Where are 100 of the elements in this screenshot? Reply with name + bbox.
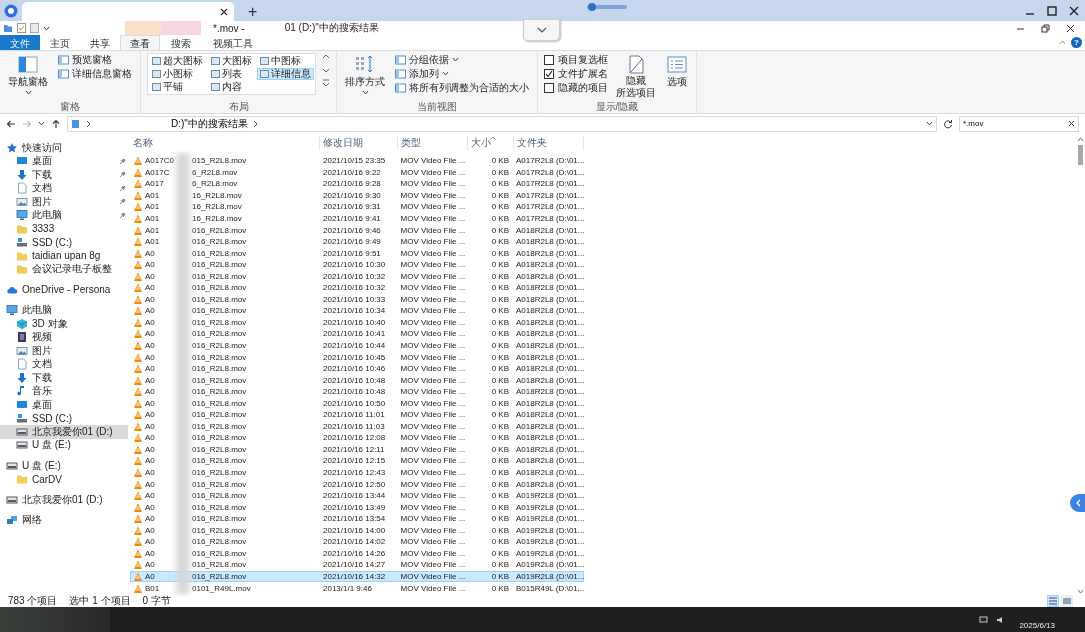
file-row[interactable]: A0 016_R2L8.mov 2021/10/16 13:54 MOV Video File ... 0 KB A019R2L8 (D:\01... [130, 512, 584, 525]
drag-handle-icon[interactable] [585, 2, 629, 12]
properties-icon[interactable] [17, 23, 26, 33]
nav-item[interactable]: 北京我爱你01 (D:) [0, 425, 128, 439]
file-row[interactable]: A01 16_R2L8.mov 2021/10/16 9:41 MOV Video File ... 0 KB A017R2L8 (D:\01... [130, 212, 584, 225]
file-row[interactable]: A01 016_R2L8.mov 2021/10/16 9:49 MOV Video File ... 0 KB A018R2L8 (D:\01... [130, 235, 584, 248]
file-row[interactable]: A0 016_R2L8.mov 2021/10/16 10:40 MOV Video File ... 0 KB A018R2L8 (D:\01... [130, 316, 584, 329]
ribbon-button[interactable]: 预览窗格 [56, 53, 134, 66]
restore-icon[interactable] [1041, 23, 1050, 33]
file-row[interactable]: B01 0101_R49L.mov 2013/1/1 9:46 MOV Video File ... 0 KB B015R49L (D:\01... [130, 582, 584, 594]
clear-icon[interactable] [1068, 120, 1075, 127]
nav-item[interactable]: 3333 [0, 222, 128, 236]
ribbon-tab[interactable]: 视频工具 [202, 35, 264, 50]
nav-item[interactable]: 音乐 [0, 384, 128, 398]
nav-item[interactable]: 图片 [0, 195, 128, 209]
file-row[interactable]: A0 016_R2L8.mov 2021/10/16 12:50 MOV Video File ... 0 KB A018R2L8 (D:\01... [130, 478, 584, 490]
column-header[interactable]: 文件夹 [514, 136, 584, 150]
nav-item[interactable]: U 盘 (E:) [0, 438, 128, 452]
nav-item[interactable]: U 盘 (E:) [0, 459, 128, 473]
nav-item[interactable]: 此电脑 [0, 208, 128, 222]
help-button[interactable]: ? [1071, 37, 1082, 48]
close-icon[interactable] [220, 7, 228, 16]
nav-item[interactable]: taidian upan 8g [0, 249, 128, 263]
ribbon-tab[interactable]: 共享 [80, 35, 120, 50]
ribbon-tab[interactable]: 搜索 [160, 35, 202, 50]
layout-option[interactable]: 列表 [208, 68, 255, 80]
ribbon-tab[interactable]: 主页 [40, 35, 80, 50]
file-row[interactable]: A0 016_R2L8.mov 2021/10/16 10:41 MOV Video File ... 0 KB A018R2L8 (D:\01... [130, 328, 584, 340]
nav-item[interactable]: 会议记录电子板整 [0, 262, 128, 276]
ribbon-button[interactable]: 分组依据 [393, 53, 531, 66]
file-row[interactable]: A01 016_R2L8.mov 2021/10/16 9:46 MOV Video File ... 0 KB A018R2L8 (D:\01... [130, 224, 584, 236]
ribbon-button[interactable]: 将所有列调整为合适的大小 [393, 81, 531, 94]
nav-item[interactable]: 视频 [0, 330, 128, 344]
scroll-up-icon[interactable] [1076, 137, 1084, 142]
nav-item[interactable]: 此电脑 [0, 303, 128, 317]
file-row[interactable]: A0 016_R2L8.mov 2021/10/16 10:32 MOV Video File ... 0 KB A018R2L8 (D:\01... [130, 282, 584, 294]
ribbon-button[interactable]: 排序方式 [343, 53, 387, 96]
file-row[interactable]: A0 016_R2L8.mov 2021/10/16 11:01 MOV Video File ... 0 KB A018R2L8 (D:\01... [130, 409, 584, 421]
nav-item[interactable]: 文档 [0, 357, 128, 371]
file-row[interactable]: A0 016_R2L8.mov 2021/10/16 10:48 MOV Video File ... 0 KB A018R2L8 (D:\01... [130, 385, 584, 398]
close-icon[interactable] [1069, 5, 1079, 16]
file-row[interactable]: A0 016_R2L8.mov 2021/10/16 14:26 MOV Video File ... 0 KB A019R2L8 (D:\01... [130, 547, 584, 560]
scroll-down-icon[interactable] [1076, 589, 1084, 594]
file-row[interactable]: A0 016_R2L8.mov 2021/10/16 10:46 MOV Video File ... 0 KB A018R2L8 (D:\01... [130, 362, 584, 375]
checkbox[interactable]: 文件扩展名 [544, 67, 608, 80]
file-row[interactable]: A0 016_R2L8.mov 2021/10/16 14:27 MOV Video File ... 0 KB A019R2L8 (D:\01... [130, 559, 584, 571]
nav-item[interactable]: 下载 [0, 168, 128, 182]
ribbon-tab[interactable]: 查看 [120, 35, 160, 50]
nav-item[interactable]: 文档 [0, 181, 128, 195]
file-row[interactable]: A017C 6_R2L8.mov 2021/10/16 9:22 MOV Video File ... 0 KB A017R2L8 (D:\01... [130, 166, 584, 179]
file-row[interactable]: A0 016_R2L8.mov 2021/10/16 10:32 MOV Video File ... 0 KB A018R2L8 (D:\01... [130, 270, 584, 282]
file-row[interactable]: A017C0 015_R2L8.mov 2021/10/15 23:35 MOV Video File ... 0 KB A017R2L8 (D:\01... [130, 155, 584, 167]
nav-item[interactable]: SSD (C:) [0, 411, 128, 425]
column-header[interactable]: 大小 [468, 136, 514, 150]
address-field[interactable]: D:)"中的搜索结果 [67, 115, 937, 132]
file-row[interactable]: A0 016_R2L8.mov 2021/10/16 12:15 MOV Video File ... 0 KB A018R2L8 (D:\01... [130, 455, 584, 467]
network-icon[interactable] [979, 615, 989, 624]
up-icon[interactable] [51, 118, 61, 129]
file-row[interactable]: A0 016_R2L8.mov 2021/10/16 13:49 MOV Video File ... 0 KB A019R2L8 (D:\01... [130, 501, 584, 513]
file-row[interactable]: A0 016_R2L8.mov 2021/10/16 12:43 MOV Video File ... 0 KB A018R2L8 (D:\01... [130, 466, 584, 479]
search-field[interactable]: *.mov [959, 115, 1079, 132]
file-row[interactable]: A0 016_R2L8.mov 2021/10/16 11:03 MOV Video File ... 0 KB A018R2L8 (D:\01... [130, 420, 584, 433]
nav-item[interactable]: CarDV [0, 472, 128, 486]
layout-option[interactable]: 平铺 [149, 81, 206, 93]
layout-option[interactable]: 超大图标 [149, 55, 206, 67]
ribbon-tab[interactable]: 文件 [0, 35, 40, 50]
file-row[interactable]: A0 016_R2L8.mov 2021/10/16 14:00 MOV Video File ... 0 KB A019R2L8 (D:\01... [130, 524, 584, 537]
layout-option[interactable]: 中图标 [257, 55, 314, 67]
file-row[interactable]: A0 016_R2L8.mov 2021/10/16 10:50 MOV Video File ... 0 KB A018R2L8 (D:\01... [130, 397, 584, 410]
nav-item[interactable]: 桌面 [0, 398, 128, 412]
file-row[interactable]: A0 016_R2L8.mov 2021/10/16 12:11 MOV Video File ... 0 KB A018R2L8 (D:\01... [130, 443, 584, 456]
file-row[interactable]: A0 016_R2L8.mov 2021/10/16 14:02 MOV Video File ... 0 KB A019R2L8 (D:\01... [130, 536, 584, 548]
column-header[interactable]: 类型 [398, 136, 468, 150]
collapse-ribbon-icon[interactable] [1059, 40, 1066, 45]
ribbon-button[interactable]: 添加列 [393, 67, 531, 80]
layout-option[interactable]: 大图标 [208, 55, 255, 67]
file-row[interactable]: A0 016_R2L8.mov 2021/10/16 10:33 MOV Video File ... 0 KB A018R2L8 (D:\01... [130, 293, 584, 306]
gallery-scroll-icon[interactable] [322, 53, 330, 89]
back-icon[interactable] [6, 118, 16, 129]
close-icon[interactable] [1066, 23, 1075, 33]
file-row[interactable]: A0 016_R2L8.mov 2021/10/16 10:44 MOV Video File ... 0 KB A018R2L8 (D:\01... [130, 339, 584, 352]
maximize-icon[interactable] [1047, 5, 1057, 16]
file-row[interactable]: A0 016_R2L8.mov 2021/10/16 14:32 MOV Video File ... 0 KB A019R2L8 (D:\01... [130, 570, 584, 583]
nav-item[interactable]: 图片 [0, 344, 128, 358]
layout-option[interactable]: 小图标 [149, 68, 206, 80]
layout-option[interactable]: 内容 [208, 81, 255, 93]
file-row[interactable]: A01 16_R2L8.mov 2021/10/16 9:31 MOV Video File ... 0 KB A017R2L8 (D:\01... [130, 201, 584, 213]
view-toggle[interactable] [1061, 594, 1073, 607]
refresh-icon[interactable] [943, 118, 953, 129]
new-tab-button[interactable]: + [244, 2, 262, 21]
column-header[interactable]: 名称 [130, 136, 320, 150]
column-header[interactable]: 修改日期 [320, 136, 398, 150]
nav-item[interactable]: OneDrive - Persona [0, 283, 128, 297]
nav-item[interactable]: 网络 [0, 513, 128, 527]
layout-option[interactable]: 详细信息 [257, 68, 314, 80]
file-row[interactable]: A0 016_R2L8.mov 2021/10/16 9:51 MOV Video File ... 0 KB A018R2L8 (D:\01... [130, 247, 584, 259]
nav-item[interactable]: SSD (C:) [0, 235, 128, 249]
file-row[interactable]: A0 016_R2L8.mov 2021/10/16 10:48 MOV Video File ... 0 KB A018R2L8 (D:\01... [130, 374, 584, 386]
checkbox[interactable]: 隐藏的项目 [544, 81, 608, 94]
file-row[interactable]: A01 16_R2L8.mov 2021/10/16 9:30 MOV Video File ... 0 KB A017R2L8 (D:\01... [130, 189, 584, 202]
